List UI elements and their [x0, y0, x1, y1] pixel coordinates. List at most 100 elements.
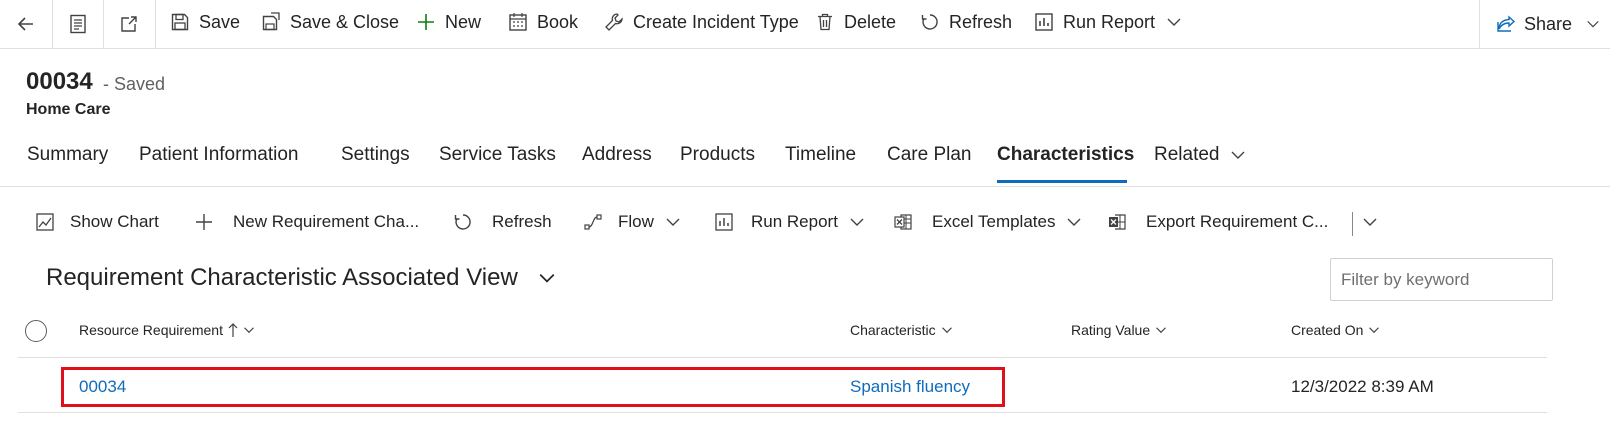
tab-care-plan[interactable]: Care Plan	[887, 144, 972, 166]
form-view-button[interactable]	[52, 0, 104, 48]
tab-related[interactable]: Related	[1154, 144, 1246, 166]
excel-templates-button[interactable]: Excel Templates	[893, 209, 1082, 235]
view-selector[interactable]: Requirement Characteristic Associated Vi…	[46, 264, 556, 292]
chevron-down-icon	[244, 327, 254, 334]
select-all-checkbox[interactable]	[25, 320, 47, 342]
grid-run-report-label: Run Report	[751, 212, 838, 231]
chart-icon	[36, 213, 54, 231]
flow-icon	[584, 214, 602, 230]
record-entity-name: Home Care	[26, 101, 111, 118]
save-button[interactable]: Save	[170, 0, 240, 44]
open-in-new-window-icon	[121, 16, 137, 32]
record-save-status: - Saved	[103, 74, 166, 94]
form-icon	[69, 14, 86, 34]
new-requirement-characteristic-button[interactable]: New Requirement Cha...	[194, 209, 419, 235]
share-button[interactable]: Share	[1479, 0, 1610, 48]
save-and-close-label: Save & Close	[290, 11, 400, 32]
column-header-label: Created On	[1291, 322, 1364, 338]
more-commands-button[interactable]	[1166, 0, 1182, 44]
grid-commands-separator	[1352, 212, 1353, 236]
column-header-created-on[interactable]: Created On	[1291, 322, 1380, 338]
back-button[interactable]	[0, 0, 53, 48]
new-requirement-label: New Requirement Cha...	[233, 212, 420, 231]
chevron-down-icon	[1156, 327, 1167, 334]
export-requirement-characteristics-button[interactable]: Export Requirement C...	[1107, 209, 1328, 235]
chevron-down-icon	[1067, 218, 1081, 226]
save-label: Save	[199, 11, 241, 32]
delete-label: Delete	[844, 11, 897, 32]
sort-ascending-icon	[228, 323, 238, 337]
record-title: 00034	[26, 68, 93, 95]
active-tab-indicator	[997, 180, 1127, 183]
chevron-down-icon	[1167, 18, 1181, 26]
share-icon	[1497, 15, 1516, 32]
book-button[interactable]: Book	[508, 0, 578, 44]
calendar-icon	[509, 13, 527, 31]
run-report-label: Run Report	[1063, 11, 1156, 32]
tab-related-label: Related	[1154, 144, 1220, 165]
add-icon	[196, 214, 212, 230]
tab-summary[interactable]: Summary	[27, 144, 108, 166]
flow-button[interactable]: Flow	[583, 209, 681, 235]
chevron-down-icon	[1231, 151, 1244, 159]
excel-export-icon	[1109, 214, 1126, 230]
new-label: New	[445, 11, 482, 32]
run-report-button[interactable]: Run Report	[1034, 0, 1155, 44]
created-on-cell: 12/3/2022 8:39 AM	[1291, 377, 1434, 396]
save-and-close-button[interactable]: Save & Close	[261, 0, 399, 44]
view-title: Requirement Characteristic Associated Vi…	[46, 264, 518, 291]
tab-characteristics[interactable]: Characteristics	[997, 144, 1134, 166]
tabs-divider	[0, 186, 1610, 187]
flow-label: Flow	[618, 212, 654, 231]
new-button[interactable]: New	[416, 0, 481, 44]
report-icon	[1035, 13, 1053, 31]
grid-more-commands-button[interactable]	[1362, 209, 1378, 235]
save-icon	[171, 13, 189, 31]
column-header-rating-value[interactable]: Rating Value	[1071, 322, 1167, 338]
column-header-label: Resource Requirement	[79, 322, 223, 338]
create-incident-type-button[interactable]: Create Incident Type	[604, 0, 799, 44]
chevron-down-icon	[850, 218, 864, 226]
command-bar: Save Save & Close New Book Create Incide…	[0, 0, 1610, 49]
back-arrow-icon	[17, 17, 33, 31]
report-icon	[715, 213, 733, 231]
show-chart-label: Show Chart	[70, 212, 159, 231]
column-header-characteristic[interactable]: Characteristic	[850, 322, 953, 338]
show-chart-button[interactable]: Show Chart	[35, 209, 159, 235]
refresh-button[interactable]: Refresh	[920, 0, 1012, 44]
chevron-down-icon	[941, 327, 952, 334]
tab-address[interactable]: Address	[582, 144, 652, 166]
save-and-close-icon	[262, 12, 280, 31]
book-label: Book	[537, 11, 579, 32]
tab-service-tasks[interactable]: Service Tasks	[439, 144, 556, 166]
chevron-down-icon	[666, 218, 680, 226]
column-header-resource-requirement[interactable]: Resource Requirement	[79, 322, 255, 338]
row-divider	[18, 412, 1547, 413]
filter-by-keyword-input[interactable]	[1330, 258, 1553, 301]
chevron-down-icon	[1363, 218, 1377, 226]
export-label: Export Requirement C...	[1146, 212, 1329, 231]
tab-patient-information[interactable]: Patient Information	[139, 144, 298, 166]
chevron-down-icon	[1369, 327, 1380, 334]
column-header-label: Characteristic	[850, 322, 936, 338]
grid-run-report-button[interactable]: Run Report	[714, 209, 865, 235]
column-header-label: Rating Value	[1071, 322, 1151, 338]
refresh-icon	[454, 214, 471, 230]
trash-icon	[818, 13, 832, 31]
wrench-icon	[605, 13, 623, 31]
excel-templates-label: Excel Templates	[932, 212, 1056, 231]
tab-settings[interactable]: Settings	[341, 144, 410, 166]
add-icon	[418, 14, 434, 30]
delete-button[interactable]: Delete	[815, 0, 896, 44]
refresh-label: Refresh	[949, 11, 1013, 32]
highlight-box	[61, 367, 1005, 407]
grid-refresh-button[interactable]: Refresh	[453, 209, 552, 235]
refresh-icon	[921, 14, 938, 30]
excel-icon	[894, 214, 912, 230]
create-incident-type-label: Create Incident Type	[633, 11, 799, 32]
header-divider	[18, 357, 1547, 358]
tab-timeline[interactable]: Timeline	[785, 144, 856, 166]
open-new-window-button[interactable]	[103, 0, 156, 48]
chevron-down-icon	[539, 274, 555, 283]
tab-products[interactable]: Products	[680, 144, 755, 166]
